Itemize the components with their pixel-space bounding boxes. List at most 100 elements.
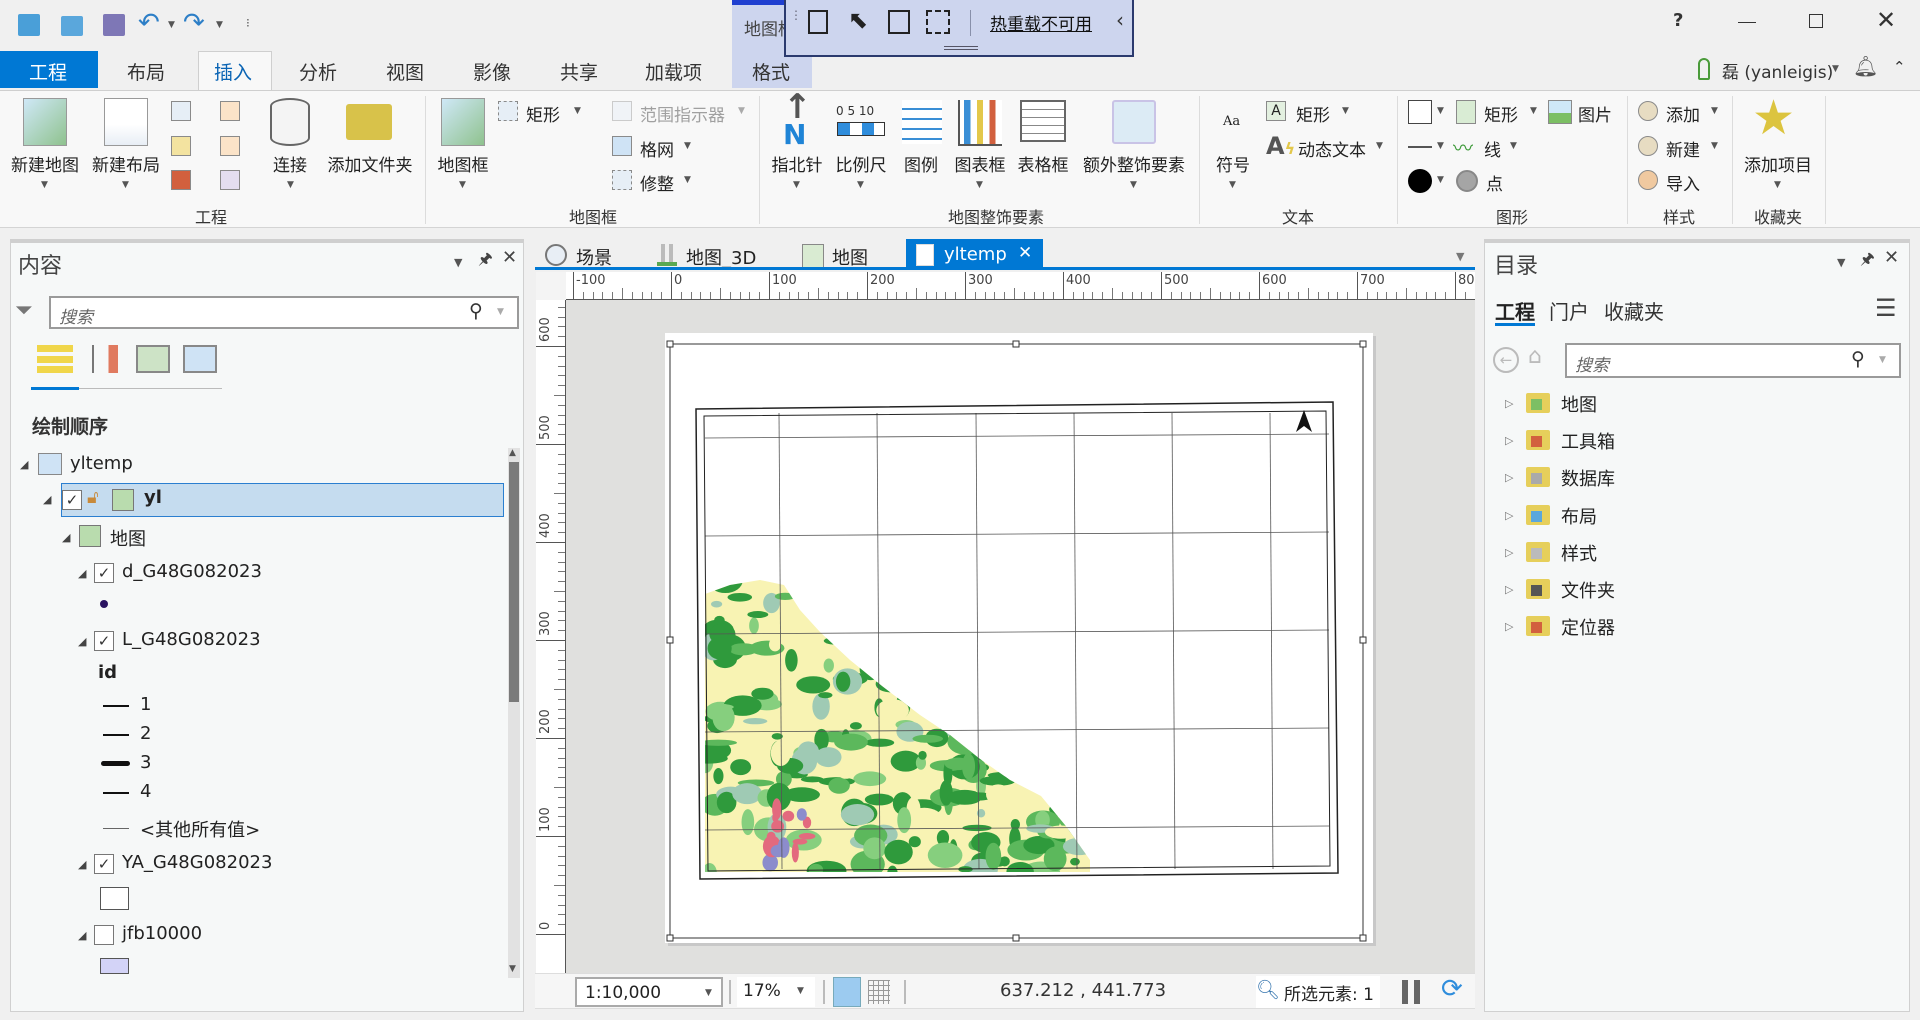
ribbon-tab-project[interactable]: 工程 <box>29 58 67 85</box>
expand-map-toggle[interactable]: ◢ <box>62 531 70 544</box>
graphic-line-button[interactable]: 线 <box>1484 136 1501 161</box>
unlocked-icon[interactable]: 🔓︎ <box>87 487 99 508</box>
rectangle-frame-dropdown[interactable]: ▼ <box>574 106 581 116</box>
legend-button[interactable]: 图例 <box>896 151 946 176</box>
expand-maps-toggle[interactable]: ▷ <box>1505 397 1513 410</box>
redo-dropdown[interactable]: ▼ <box>216 20 223 30</box>
extent-indicator-dropdown[interactable]: ▼ <box>738 106 745 116</box>
ribbon-tab-view[interactable]: 视图 <box>386 58 424 85</box>
catalog-item-folders[interactable]: 文件夹 <box>1561 577 1615 603</box>
connect-button[interactable]: 连接 <box>260 151 320 176</box>
layer-d_G48G082023[interactable]: d_G48G082023 <box>122 561 262 582</box>
catalog-tab-favorites[interactable]: 收藏夹 <box>1604 296 1664 325</box>
pane-options-dropdown[interactable]: ▼ <box>454 256 462 269</box>
connect-dropdown[interactable]: ▼ <box>287 180 294 190</box>
reshape-button[interactable]: 修整 <box>640 170 674 195</box>
fill-color-dropdown[interactable]: ▼ <box>1437 106 1444 116</box>
resize-handle[interactable] <box>1359 934 1367 942</box>
north-arrow-button[interactable]: 指北针 <box>767 151 827 176</box>
graphic-line-dropdown[interactable]: ▼ <box>1510 141 1517 151</box>
zoom-dropdown[interactable]: ▼ <box>797 986 804 996</box>
close-window-button[interactable]: ✕ <box>1876 6 1896 34</box>
chart-frame-button[interactable]: 图表框 <box>950 151 1010 176</box>
new-map-button[interactable]: 新建地图 <box>5 151 85 176</box>
catalog-item-toolboxes[interactable]: 工具箱 <box>1561 428 1615 454</box>
open-project-icon[interactable] <box>61 16 83 36</box>
new-layout-button[interactable]: 新建布局 <box>86 151 166 176</box>
new-style-dropdown[interactable]: ▼ <box>1711 141 1718 151</box>
selected-elements-count[interactable]: 所选元素: 1 <box>1284 980 1374 1005</box>
view-selection-icon[interactable] <box>92 345 118 373</box>
ribbon-tab-insert[interactable]: 插入 <box>214 58 252 85</box>
map-frame-visibility-checkbox[interactable]: ✓ <box>62 490 82 510</box>
redo-icon[interactable]: ↷ <box>183 8 205 38</box>
add-style-button[interactable]: 添加 <box>1666 101 1700 126</box>
chart-frame-dropdown[interactable]: ▼ <box>976 180 983 190</box>
minimize-button[interactable] <box>1738 22 1756 23</box>
search-options-dropdown[interactable]: ▼ <box>1879 355 1886 365</box>
dynamic-text-button[interactable]: 动态文本 <box>1298 136 1366 161</box>
ribbon-tab-layout[interactable]: 布局 <box>127 58 165 85</box>
extra-surrounds-button[interactable]: 额外整饰要素 <box>1074 151 1194 176</box>
symbol-dropdown[interactable]: ▼ <box>1229 180 1236 190</box>
new-notebook-icon[interactable] <box>171 136 191 156</box>
frame-icon[interactable] <box>888 10 910 34</box>
north-arrow-dropdown[interactable]: ▼ <box>793 180 800 190</box>
view-tab-yltemp[interactable]: yltemp <box>944 244 1007 265</box>
close-pane-icon[interactable]: ✕ <box>502 247 517 268</box>
help-button[interactable]: ? <box>1673 10 1683 31</box>
scale-combobox[interactable]: 1:10,000 ▼ <box>575 977 723 1007</box>
graphic-rectangle-button[interactable]: 矩形 <box>1484 101 1518 126</box>
notification-bell-icon[interactable]: 🔔︎ <box>1853 54 1878 78</box>
layer-visibility-checkbox[interactable]: ✓ <box>94 631 114 651</box>
expand-layout-toggle[interactable]: ◢ <box>20 458 28 471</box>
toolbar-drag-bar[interactable] <box>944 46 978 50</box>
home-icon[interactable]: ⌂ <box>1528 344 1542 369</box>
collapse-toolbar-icon[interactable]: ‹ <box>1116 8 1124 32</box>
toolbox-icon[interactable] <box>171 170 191 190</box>
search-icon[interactable]: ⚲ <box>469 300 483 322</box>
new-task-icon[interactable] <box>220 170 240 190</box>
fill-color-swatch[interactable] <box>1408 100 1432 124</box>
new-map-dropdown[interactable]: ▼ <box>41 180 48 190</box>
catalog-item-styles[interactable]: 样式 <box>1561 540 1597 566</box>
resize-handle[interactable] <box>1012 934 1020 942</box>
frame-select-icon[interactable] <box>926 10 950 34</box>
refresh-icon[interactable]: ⟳ <box>1441 974 1463 1004</box>
table-frame-button[interactable]: 表格框 <box>1013 151 1073 176</box>
maximize-button[interactable] <box>1809 14 1823 28</box>
graphic-rectangle-dropdown[interactable]: ▼ <box>1530 106 1537 116</box>
search-options-dropdown[interactable]: ▼ <box>497 307 504 317</box>
pause-drawing-button[interactable] <box>1402 980 1420 1004</box>
close-tab-icon[interactable]: ✕ <box>1018 243 1032 263</box>
catalog-tab-portal[interactable]: 门户 <box>1549 296 1589 325</box>
grid-dropdown[interactable]: ▼ <box>684 141 691 151</box>
point-color-dropdown[interactable]: ▼ <box>1437 175 1444 185</box>
catalog-item-layouts[interactable]: 布局 <box>1561 503 1597 529</box>
grip-handle[interactable]: ⋮ <box>790 8 802 22</box>
ribbon-tab-share[interactable]: 共享 <box>560 58 598 85</box>
zoom-combobox[interactable]: 17% ▼ <box>737 977 815 1007</box>
graphic-point-button[interactable]: 点 <box>1486 170 1503 195</box>
search-icon[interactable]: ⚲ <box>1851 348 1865 370</box>
layer-jfb10000[interactable]: jfb10000 <box>122 923 202 944</box>
catalog-search-input[interactable]: 搜索 ⚲ ▼ <box>1565 343 1901 378</box>
scroll-up-arrow[interactable]: ▲ <box>509 448 516 458</box>
scale-bar-dropdown[interactable]: ▼ <box>857 180 864 190</box>
ribbon-tab-analysis[interactable]: 分析 <box>299 58 337 85</box>
layer-visibility-checkbox[interactable]: ✓ <box>94 563 114 583</box>
dynamic-text-dropdown[interactable]: ▼ <box>1376 141 1383 151</box>
layout-canvas[interactable] <box>566 300 1475 973</box>
contents-search-input[interactable]: 搜索 ⚲ ▼ <box>49 296 519 329</box>
pin-pane-icon[interactable]: 🖈︎ <box>478 248 493 275</box>
expand-styles-toggle[interactable]: ▷ <box>1505 546 1513 559</box>
select-in-frame-icon[interactable] <box>808 10 828 34</box>
resize-handle[interactable] <box>666 636 674 644</box>
scale-dropdown[interactable]: ▼ <box>705 988 712 998</box>
extent-indicator-button[interactable]: 范围指示器 <box>640 101 725 126</box>
layer-visibility-checkbox[interactable]: ✓ <box>94 854 114 874</box>
grid-button[interactable]: 格网 <box>640 136 674 161</box>
catalog-item-locators[interactable]: 定位器 <box>1561 614 1615 640</box>
guides-toggle-icon[interactable] <box>833 977 861 1007</box>
line-style-icon[interactable] <box>1408 146 1432 148</box>
